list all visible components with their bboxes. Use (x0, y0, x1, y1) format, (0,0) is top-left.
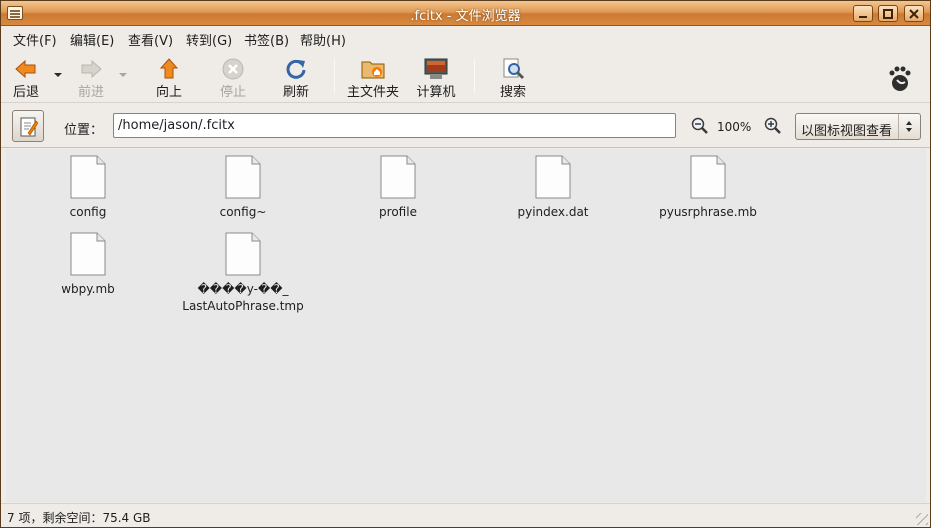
zoom-level[interactable]: 100% (717, 120, 751, 134)
search-button[interactable]: 搜索 (491, 49, 535, 103)
menu-bookmarks[interactable]: 书签(B) (244, 30, 289, 49)
gnome-foot-icon (889, 66, 911, 91)
computer-button[interactable]: 计算机 (414, 49, 458, 103)
up-button[interactable]: 向上 (147, 49, 191, 103)
location-bar: 位置： 100% 以图标视图查看 (1, 104, 930, 148)
computer-icon (424, 58, 448, 79)
back-arrow-icon (15, 59, 36, 79)
file-icon-view[interactable]: config config~ profile pyindex.dat pyusr… (6, 149, 926, 502)
home-label: 主文件夹 (346, 85, 399, 100)
location-input[interactable] (113, 113, 676, 138)
toolbar: 后退 前进 向上 停止 刷新 主文件夹 计算机 搜索 (1, 49, 930, 103)
up-label: 向上 (155, 85, 182, 100)
updown-arrows-icon (898, 114, 920, 139)
back-history-dropdown[interactable] (54, 73, 62, 77)
text-file-icon (225, 232, 261, 276)
search-icon (503, 58, 525, 80)
menu-file[interactable]: 文件(F) (13, 30, 57, 49)
location-label: 位置： (64, 123, 104, 138)
up-arrow-icon (159, 58, 179, 79)
home-button[interactable]: 主文件夹 (346, 49, 400, 103)
window-title: .fcitx - 文件浏览器 (410, 9, 521, 24)
file-item[interactable]: pyusrphrase.mb (633, 149, 783, 221)
view-mode-select[interactable]: 以图标视图查看 (795, 113, 921, 140)
statusbar: 7 项，剩余空间：75.4 GB (1, 503, 930, 527)
file-browser-window: .fcitx - 文件浏览器 文件(F) 编辑(E) 查看(V) 转到(G) 书… (0, 0, 931, 528)
text-file-icon (690, 155, 726, 199)
text-file-icon (70, 232, 106, 276)
search-label: 搜索 (499, 85, 526, 100)
maximize-icon (883, 9, 893, 19)
file-name: ����y-��_ LastAutoPhrase.tmp (182, 282, 304, 313)
menu-go[interactable]: 转到(G) (186, 30, 232, 49)
file-item[interactable]: config~ (168, 149, 318, 221)
forward-arrow-icon (81, 59, 102, 79)
reload-button[interactable]: 刷新 (274, 49, 318, 103)
zoom-out-icon[interactable] (690, 116, 710, 136)
file-item[interactable]: wbpy.mb (13, 226, 163, 298)
minimize-icon (859, 16, 867, 18)
forward-button[interactable]: 前进 (70, 49, 112, 103)
file-item[interactable]: ����y-��_ LastAutoPhrase.tmp (168, 226, 318, 315)
toolbar-separator (334, 59, 335, 93)
file-name: profile (379, 205, 417, 219)
menu-edit[interactable]: 编辑(E) (70, 30, 114, 49)
file-name: config (69, 205, 107, 219)
file-name: wbpy.mb (61, 282, 115, 296)
text-file-icon (535, 155, 571, 199)
computer-label: 计算机 (416, 85, 456, 100)
text-file-icon (70, 155, 106, 199)
close-icon (909, 9, 919, 19)
toolbar-separator (474, 59, 475, 93)
menu-view[interactable]: 查看(V) (128, 30, 173, 49)
resize-grip[interactable] (916, 513, 928, 525)
reload-label: 刷新 (282, 85, 309, 100)
forward-label: 前进 (77, 85, 104, 100)
file-item[interactable]: pyindex.dat (478, 149, 628, 221)
file-name: pyusrphrase.mb (659, 205, 757, 219)
home-folder-icon (361, 61, 385, 79)
menubar: 文件(F) 编辑(E) 查看(V) 转到(G) 书签(B) 帮助(H) (1, 27, 930, 49)
reload-icon (286, 59, 306, 79)
menu-help[interactable]: 帮助(H) (300, 30, 346, 49)
text-file-icon (380, 155, 416, 199)
maximize-button[interactable] (878, 5, 898, 22)
titlebar[interactable]: .fcitx - 文件浏览器 (1, 1, 930, 26)
text-file-icon (225, 155, 261, 199)
file-item[interactable]: config (13, 149, 163, 221)
status-text: 7 项，剩余空间：75.4 GB (7, 511, 151, 525)
back-label: 后退 (12, 85, 39, 100)
back-button[interactable]: 后退 (5, 49, 47, 103)
close-button[interactable] (904, 5, 924, 22)
stop-label: 停止 (219, 85, 246, 100)
forward-history-dropdown[interactable] (119, 73, 127, 77)
file-name: config~ (219, 205, 267, 219)
view-mode-value: 以图标视图查看 (801, 124, 893, 139)
stop-button[interactable]: 停止 (211, 49, 255, 103)
file-item[interactable]: profile (323, 149, 473, 221)
edit-note-icon (20, 117, 38, 137)
zoom-in-icon[interactable] (763, 116, 783, 136)
minimize-button[interactable] (853, 5, 873, 22)
file-name: pyindex.dat (517, 205, 589, 219)
stop-icon (222, 58, 244, 80)
toggle-location-entry-button[interactable] (12, 110, 44, 142)
